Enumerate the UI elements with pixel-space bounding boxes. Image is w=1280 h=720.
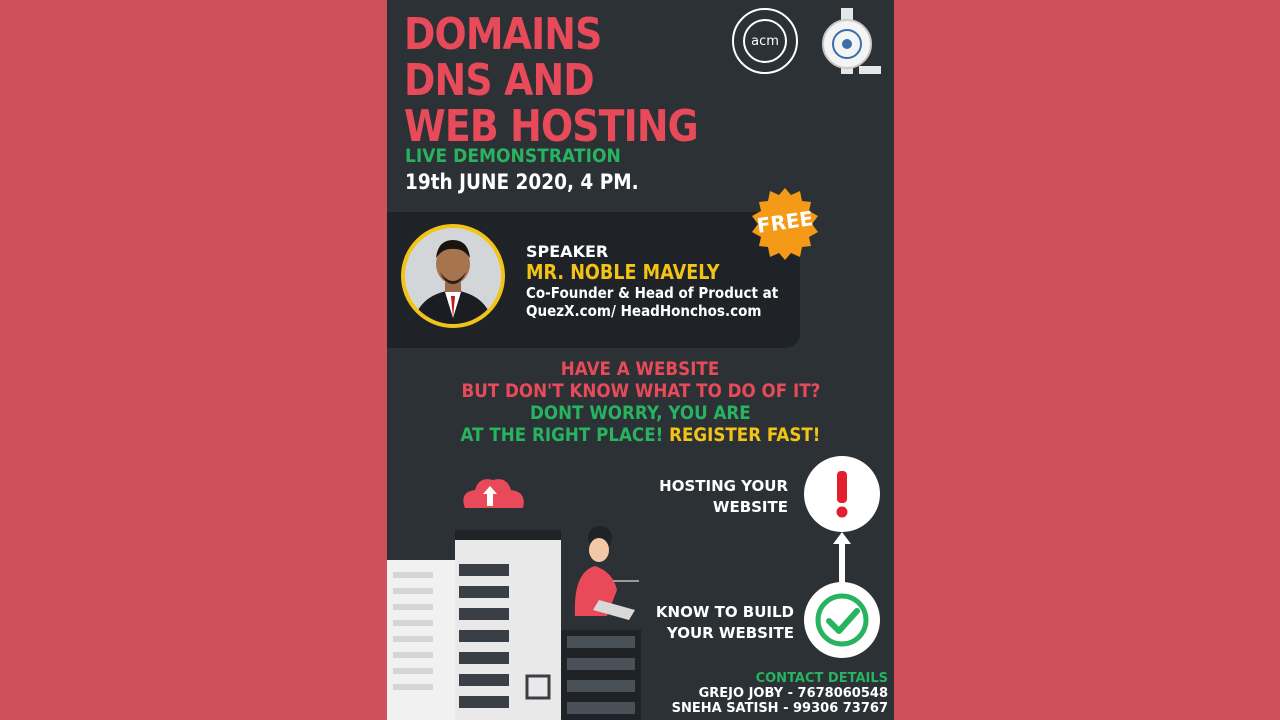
message-line: AT THE RIGHT PLACE! REGISTER FAST!: [387, 424, 894, 446]
step-label-line: KNOW TO BUILD: [655, 603, 794, 621]
step-label-line: HOSTING YOUR: [659, 477, 788, 495]
build-step-label: KNOW TO BUILD YOUR WEBSITE: [656, 602, 794, 644]
exclamation-icon: [804, 456, 880, 532]
tech-club-logo: [819, 8, 881, 74]
message-text: HAVE A WEBSITE: [561, 358, 720, 380]
event-poster: DOMAINS DNS AND WEB HOSTING LIVE DEMONST…: [387, 0, 894, 720]
speaker-role: Co-Founder & Head of Product at: [526, 284, 779, 302]
message-text: BUT DON'T KNOW WHAT TO DO OF IT?: [461, 380, 820, 402]
message-line: HAVE A WEBSITE: [387, 358, 894, 380]
checkmark-icon: [804, 582, 880, 658]
poster-subtitle: LIVE DEMONSTRATION: [405, 145, 621, 167]
message-line: BUT DON'T KNOW WHAT TO DO OF IT?: [387, 380, 894, 402]
event-date: 19th JUNE 2020, 4 PM.: [405, 170, 639, 194]
up-arrow-icon: [833, 532, 851, 584]
speaker-label: SPEAKER: [526, 242, 609, 261]
register-text: REGISTER FAST!: [669, 424, 821, 446]
contact-title: CONTACT DETAILS: [755, 671, 888, 686]
free-badge: FREE: [749, 188, 821, 260]
contact-line: SNEHA SATISH - 99306 73767: [671, 701, 888, 716]
title-line: DNS AND: [404, 55, 595, 106]
server-illustration: [387, 479, 641, 720]
hosting-step-label: HOSTING YOUR WEBSITE: [659, 476, 788, 518]
speaker-panel: SPEAKER MR. NOBLE MAVELY Co-Founder & He…: [387, 212, 800, 348]
title-line: WEB HOSTING: [404, 101, 699, 152]
speaker-photo: [401, 224, 505, 328]
speaker-website: QuezX.com/ HeadHonchos.com: [526, 302, 762, 320]
title-line: DOMAINS: [404, 9, 602, 60]
step-label-line: WEBSITE: [712, 498, 788, 516]
message-text: AT THE RIGHT PLACE!: [460, 424, 664, 446]
contact-line: GREJO JOBY - 7678060548: [698, 686, 888, 701]
acm-logo: acm: [732, 8, 798, 74]
speaker-name: MR. NOBLE MAVELY: [526, 260, 720, 284]
step-label-line: YOUR WEBSITE: [666, 624, 794, 642]
acm-logo-text: acm: [743, 19, 787, 63]
message-text: DONT WORRY, YOU ARE: [530, 402, 751, 424]
poster-title: DOMAINS DNS AND WEB HOSTING: [404, 9, 699, 152]
message-line: DONT WORRY, YOU ARE: [387, 402, 894, 424]
